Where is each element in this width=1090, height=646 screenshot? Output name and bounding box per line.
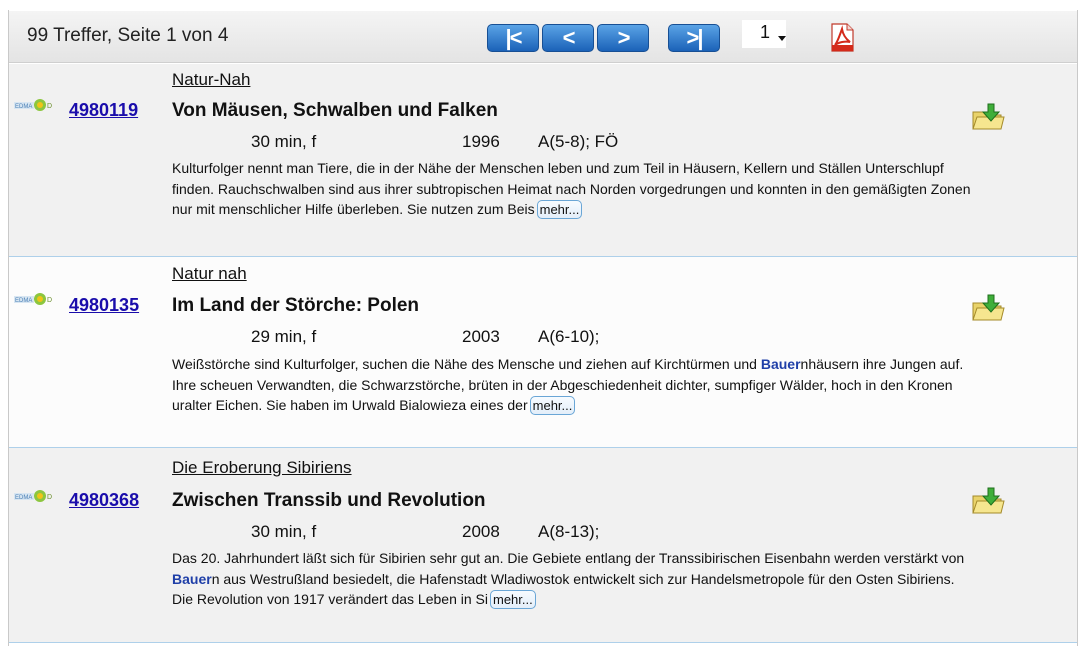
series-link[interactable]: Die Eroberung Sibiriens (172, 458, 352, 478)
search-highlight: Bauer (172, 570, 212, 587)
first-page-button[interactable]: |< (487, 24, 539, 52)
edmond-logo-icon: EDMA D (14, 99, 52, 111)
more-button[interactable]: mehr... (536, 200, 583, 219)
download-folder-icon[interactable] (971, 102, 1005, 132)
edmond-logo-icon: EDMA D (14, 490, 52, 502)
svg-text:EDMA: EDMA (15, 104, 32, 110)
page-select[interactable]: 1 (742, 20, 786, 48)
media-id-link[interactable]: 4980119 (69, 100, 138, 121)
result-row: EDMA D 4980135 Natur nah Im Land der Stö… (9, 257, 1077, 447)
next-page-button[interactable]: > (597, 24, 649, 52)
grade-level: A(8-13); (538, 522, 600, 541)
svg-text:EDMA: EDMA (15, 298, 32, 304)
description-text: Weißstörche sind Kulturfolger, suchen di… (172, 356, 761, 372)
description-text-rest: n aus Westrußland besiedelt, die Hafenst… (172, 570, 955, 608)
svg-text:D: D (47, 103, 52, 110)
result-description: Das 20. Jahrhundert läßt sich für Sibiri… (172, 548, 972, 610)
svg-text:D: D (47, 494, 52, 501)
svg-text:EDMA: EDMA (15, 495, 32, 501)
edmond-logo-icon: EDMA D (14, 293, 52, 305)
year: 2008 (462, 522, 500, 541)
download-folder-icon[interactable] (971, 293, 1005, 323)
series-link[interactable]: Natur-Nah (172, 70, 250, 90)
results-header: 99 Treffer, Seite 1 von 4 |< < > >| 1 (9, 11, 1077, 63)
duration: 30 min, f (251, 132, 317, 151)
result-row: EDMA D 4980119 Natur-Nah Von Mäusen, Sch… (9, 64, 1077, 256)
result-title: Von Mäusen, Schwalben und Falken (172, 100, 498, 121)
grade-level: A(6-10); (538, 327, 600, 346)
pdf-icon[interactable] (829, 23, 856, 52)
result-title: Zwischen Transsib und Revolution (172, 490, 486, 511)
grade-level: A(5-8); FÖ (538, 132, 619, 151)
result-description: Weißstörche sind Kulturfolger, suchen di… (172, 354, 972, 416)
duration: 30 min, f (251, 522, 317, 541)
hits-count: 99 Treffer, Seite 1 von 4 (27, 25, 229, 46)
more-button[interactable]: mehr... (529, 396, 576, 415)
year: 2003 (462, 327, 500, 346)
result-description: Kulturfolger nennt man Tiere, die in der… (172, 158, 972, 220)
search-highlight: Bauer (760, 356, 801, 372)
more-button[interactable]: mehr... (489, 590, 536, 609)
media-id-link[interactable]: 4980368 (69, 490, 139, 511)
page-select-value: 1 (760, 22, 771, 42)
row-divider (9, 642, 1077, 643)
duration: 29 min, f (251, 327, 317, 346)
svg-text:D: D (47, 297, 52, 304)
media-id-link[interactable]: 4980135 (69, 295, 139, 316)
chevron-down-icon (778, 36, 786, 41)
prev-page-button[interactable]: < (542, 24, 594, 52)
series-link[interactable]: Natur nah (172, 264, 247, 284)
download-folder-icon[interactable] (971, 486, 1005, 516)
last-page-button[interactable]: >| (668, 24, 720, 52)
result-title: Im Land der Störche: Polen (172, 295, 420, 316)
description-text: Das 20. Jahrhundert läßt sich für Sibiri… (172, 550, 965, 566)
result-row: EDMA D 4980368 Die Eroberung Sibiriens Z… (9, 448, 1077, 642)
year: 1996 (462, 132, 500, 151)
